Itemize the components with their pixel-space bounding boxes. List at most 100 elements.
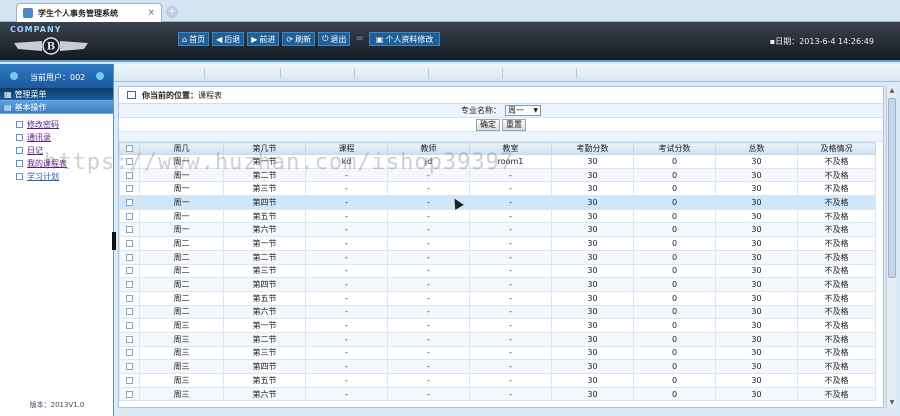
sidebar-item-1[interactable]: 通讯录 [16,131,113,144]
row-checkbox[interactable] [126,294,133,302]
vertical-scrollbar[interactable]: ▲ ▼ [886,86,896,408]
row-checkbox[interactable] [126,267,133,275]
nav-button-4[interactable]: ⏻ 退出 [318,32,351,46]
current-user: 当前用户：002 [30,73,86,82]
table-cell: - [305,331,388,347]
row-checkbox[interactable] [126,226,133,234]
row-checkbox[interactable] [126,157,133,165]
table-cell: 不及格 [797,277,876,292]
row-select-cell [119,236,140,251]
scroll-up-icon[interactable]: ▲ [888,87,896,95]
table-row[interactable]: 周二 第二节 - - -30 0 30 不及格 [119,249,876,265]
table-cell: 第一节 [223,154,306,169]
table-cell: 30 [551,181,634,197]
sidebar-item-label: 学习计划 [27,172,59,181]
sidebar-menu: 修改密码 通讯录 日记 我的课程表学习计划 [0,114,113,183]
table-cell: 30 [551,236,634,251]
table-row[interactable]: 周三 第二节 - - -30 0 30 不及格 [119,331,876,347]
table-cell: room1 [469,154,552,169]
table-row[interactable]: 周二 第五节 - - -30 0 30 不及格 [119,290,876,306]
row-checkbox[interactable] [126,363,133,371]
table-cell: 周三 [139,318,224,333]
sidebar-item-2[interactable]: 日记 [16,144,113,157]
table-row[interactable]: 周二 第一节 - - -30 0 30 不及格 [119,236,876,251]
table-cell: - [469,236,552,251]
row-checkbox[interactable] [126,376,133,384]
table-cell: 周一 [139,154,224,169]
scrollbar-thumb[interactable] [888,98,896,278]
table-row[interactable]: 周一 第五节 - - -30 0 30 不及格 [119,208,876,224]
table-cell: - [305,373,388,388]
table-cell: 0 [633,195,716,210]
scroll-down-icon[interactable]: ▼ [888,399,896,407]
table-row[interactable]: 周一 第六节 - - -30 0 30 不及格 [119,222,876,238]
table-cell: - [469,208,552,224]
table-cell: 周二 [139,277,224,292]
table-cell: 不及格 [797,373,876,388]
profile-edit-label: 个人资料修改 [385,34,434,44]
nav-button-2[interactable]: ▶ 前进 [247,32,280,46]
row-checkbox[interactable] [126,322,133,330]
basic-ops-header[interactable]: ▤ 基本操作 [0,101,113,114]
row-checkbox[interactable] [126,239,133,247]
row-checkbox[interactable] [126,212,133,220]
row-checkbox[interactable] [126,171,133,179]
table-cell: 第一节 [223,236,306,251]
new-tab-icon[interactable]: + [166,6,178,18]
row-checkbox[interactable] [126,335,133,343]
table-row[interactable]: 周一 第二节 - - -30 0 30 不及格 [119,167,876,183]
document-icon [16,121,23,128]
row-select-cell [119,249,140,265]
manage-menu-header[interactable]: ▦ 管理菜单 [0,88,113,101]
table-cell: 周一 [139,208,224,224]
nav-button-1[interactable]: ◀ 后退 [212,32,245,46]
table-row[interactable]: 周三 第四节 - - -30 0 30 不及格 [119,359,876,374]
browser-tab[interactable]: 学生个人事务管理系统 × [16,3,162,22]
table-cell: 30 [715,249,798,265]
table-row[interactable]: 周二 第四节 - - -30 0 30 不及格 [119,277,876,292]
weekday-select[interactable]: 周一 ▼ [505,105,541,116]
close-icon[interactable]: × [147,8,155,18]
table-cell: - [469,290,552,306]
row-checkbox[interactable] [126,281,133,289]
reset-button[interactable]: 重置 [502,118,526,131]
table-cell: - [387,208,470,224]
confirm-button[interactable]: 确定 [476,118,500,131]
column-header: 教师 [387,142,470,155]
weekday-select-value: 周一 [508,106,524,115]
row-checkbox[interactable] [126,390,133,398]
table-row[interactable]: 周三 第五节 - - -30 0 30 不及格 [119,373,876,388]
table-row[interactable]: 周二 第六节 - - -30 0 30 不及格 [119,304,876,320]
table-cell: - [305,345,388,361]
sidebar-item-4[interactable]: 学习计划 [16,170,113,183]
sidebar-item-0[interactable]: 修改密码 [16,118,113,131]
table-cell: 周二 [139,290,224,306]
nav-button-0[interactable]: ⌂ 首页 [178,32,210,46]
table-cell: 30 [551,345,634,361]
row-checkbox[interactable] [126,308,133,316]
table-cell: - [387,304,470,320]
table-row[interactable]: 周三 第三节 - - -30 0 30 不及格 [119,345,876,361]
column-header: 第几节 [223,142,306,155]
row-checkbox[interactable] [126,185,133,193]
nav-button-3[interactable]: ⟳ 刷新 [282,32,316,46]
table-cell: - [305,318,388,333]
table-cell: 30 [715,277,798,292]
table-cell: 0 [633,277,716,292]
row-checkbox[interactable] [126,198,133,206]
sidebar-collapse-handle[interactable] [112,232,116,250]
table-row[interactable]: 周一 第三节 - - -30 0 30 不及格 [119,181,876,197]
table-row[interactable]: 周二 第三节 - - -30 0 30 不及格 [119,263,876,279]
table-cell: 周一 [139,167,224,183]
row-checkbox[interactable] [126,349,133,357]
table-cell: 30 [551,222,634,238]
sidebar-item-3[interactable]: 我的课程表 [16,157,113,170]
table-row[interactable]: 周一 第一节 kd jd room1 30 0 30 不及格 [119,154,876,169]
select-all-checkbox[interactable] [126,145,133,152]
row-checkbox[interactable] [126,253,133,261]
table-row[interactable]: 周三 第一节 - - -30 0 30 不及格 [119,318,876,333]
table-cell: 0 [633,318,716,333]
table-row[interactable]: 周三 第六节 - - -30 0 30 不及格 [119,386,876,402]
profile-edit-button[interactable]: ▣ 个人资料修改 [368,32,441,46]
table-row[interactable]: 周一 第四节 - - -30 0 30 不及格 [119,195,876,210]
